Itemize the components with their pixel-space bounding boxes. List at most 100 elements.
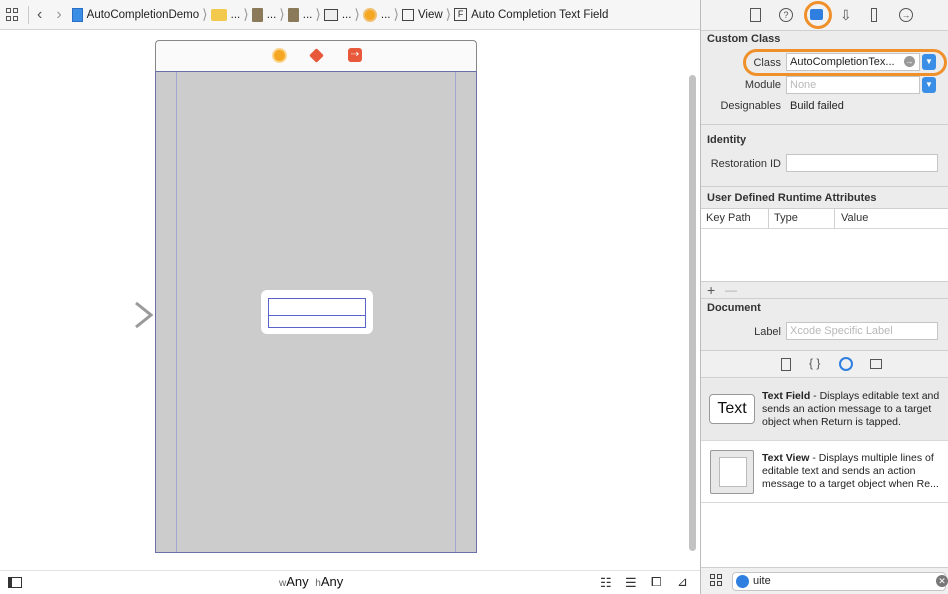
scene-icon — [323, 8, 338, 21]
breadcrumb-storyboard-base[interactable]: ... — [287, 0, 312, 29]
library-tab-bar: { } — [701, 350, 948, 378]
breadcrumb-separator: ⟩ — [445, 6, 452, 22]
library-item-name: Text Field — [762, 390, 811, 402]
restoration-id-field[interactable] — [786, 154, 938, 172]
breadcrumb-storyboard[interactable]: ... — [251, 0, 277, 29]
document-outline-toggle-icon[interactable] — [8, 577, 22, 588]
breadcrumb-separator: ⟩ — [243, 6, 249, 22]
identity-section-title: Identity — [707, 134, 747, 146]
storyboard-base-file-icon — [287, 7, 299, 22]
module-dropdown-button[interactable]: ▼ — [922, 77, 936, 93]
view-controller-icon — [362, 7, 377, 22]
related-items-icon[interactable] — [6, 7, 20, 22]
breadcrumb-text-field-label: Auto Completion Text Field — [471, 8, 609, 21]
breadcrumb-text-field[interactable]: F Auto Completion Text Field — [454, 0, 609, 29]
text-field-f-icon: F — [454, 8, 468, 21]
column-value[interactable]: Value — [841, 212, 868, 224]
runtime-attributes-table[interactable]: Key Path Type Value — [701, 208, 948, 282]
storyboard-canvas[interactable]: ⇢ — [0, 31, 700, 571]
resolve-auto-layout-icon[interactable]: ⊿ — [677, 574, 688, 590]
text-view-thumbnail-icon — [710, 450, 754, 494]
media-library-icon[interactable] — [870, 359, 882, 369]
document-label-field[interactable]: Xcode Specific Label — [786, 322, 938, 340]
library-item-name: Text View — [762, 452, 810, 464]
designables-status: Build failed — [790, 100, 844, 112]
library-item-text-view[interactable]: Text View - Displays multiple lines of e… — [701, 441, 948, 503]
first-responder-icon[interactable] — [309, 48, 324, 63]
table-header: Key Path Type Value — [701, 209, 948, 229]
storyboard-file-icon — [251, 7, 263, 22]
back-arrow-icon[interactable]: ‹ — [37, 6, 42, 24]
breadcrumb-separator: ⟩ — [202, 6, 208, 22]
module-label: Module — [744, 79, 781, 91]
breadcrumb-view-controller-label: ... — [380, 8, 391, 21]
class-highlight-ring — [743, 49, 947, 76]
align-icon[interactable]: ☰ — [625, 575, 637, 591]
breadcrumb-separator: ⟩ — [354, 6, 360, 22]
object-library-list[interactable]: Text Text Field - Displays editable text… — [701, 379, 948, 567]
column-divider — [834, 209, 835, 229]
stack-icon[interactable]: ☷ — [600, 575, 612, 591]
quick-help-icon[interactable]: ? — [779, 8, 793, 22]
jump-bar: ‹ › AutoCompletionDemo ⟩ ... ⟩ ... ⟩ ...… — [0, 0, 700, 30]
breadcrumb-separator: ⟩ — [279, 6, 285, 22]
library-filter-bar: uite ✕ — [701, 567, 948, 594]
column-divider — [768, 209, 769, 229]
breadcrumb-view[interactable]: View — [401, 0, 443, 29]
size-inspector-icon[interactable] — [871, 8, 877, 22]
grid-view-toggle-icon[interactable] — [710, 574, 722, 586]
folder-icon — [210, 8, 227, 21]
library-item-description: Text Field - Displays editable text and … — [762, 390, 945, 429]
section-divider — [701, 298, 948, 299]
clear-filter-icon[interactable]: ✕ — [936, 575, 948, 587]
initial-view-controller-arrow[interactable] — [58, 302, 153, 328]
breadcrumb-separator: ⟩ — [315, 6, 321, 22]
breadcrumb-folder-label: ... — [230, 8, 241, 21]
breadcrumb-scene[interactable]: ... — [323, 0, 352, 29]
exit-icon[interactable]: ⇢ — [348, 48, 362, 62]
canvas-bottom-bar: wAny hAny ☷ ☰ ⧠ ⊿ — [0, 570, 700, 594]
canvas-vertical-scrollbar[interactable] — [689, 75, 696, 551]
text-field-container — [261, 290, 373, 334]
breadcrumb-project[interactable]: AutoCompletionDemo — [71, 0, 200, 29]
size-class-selector[interactable]: wAny hAny — [279, 574, 343, 589]
object-library-icon[interactable] — [839, 357, 853, 371]
code-snippet-library-icon[interactable]: { } — [809, 356, 820, 370]
column-key-path[interactable]: Key Path — [706, 212, 751, 224]
pin-icon[interactable]: ⧠ — [651, 574, 661, 590]
breadcrumb-project-label: AutoCompletionDemo — [86, 8, 200, 21]
breadcrumb-view-controller[interactable]: ... — [362, 0, 391, 29]
section-divider — [701, 124, 948, 125]
auto-completion-text-field[interactable] — [268, 298, 366, 328]
layout-margin-guide-right — [455, 72, 456, 552]
root-view[interactable] — [155, 71, 477, 553]
module-placeholder: None — [790, 79, 817, 91]
text-field-divider — [269, 315, 365, 316]
remove-attribute-button[interactable]: — — [725, 283, 737, 297]
connections-inspector-icon[interactable]: → — [899, 8, 913, 22]
filter-value: uite — [753, 575, 771, 587]
column-type[interactable]: Type — [774, 212, 798, 224]
runtime-attributes-section-title: User Defined Runtime Attributes — [707, 192, 877, 204]
add-attribute-button[interactable]: + — [707, 282, 715, 298]
breadcrumb-storyboard-label: ... — [266, 8, 277, 21]
size-class-w-value: Any — [286, 574, 309, 589]
breadcrumb-separator: ⟩ — [393, 6, 399, 22]
file-template-library-icon[interactable] — [781, 358, 791, 371]
module-combobox[interactable]: None — [786, 76, 920, 94]
layout-margin-guide-left — [176, 72, 177, 552]
file-inspector-icon[interactable] — [750, 8, 761, 22]
library-item-text-field[interactable]: Text Text Field - Displays editable text… — [701, 379, 948, 441]
forward-arrow-icon[interactable]: › — [56, 6, 61, 24]
size-class-h-value: Any — [320, 574, 344, 589]
project-file-icon — [71, 7, 83, 22]
library-filter-input[interactable]: uite ✕ — [732, 572, 948, 591]
attributes-inspector-icon[interactable]: ⇩ — [840, 8, 854, 22]
view-controller-dock-icon[interactable] — [272, 48, 287, 63]
library-item-description: Text View - Displays multiple lines of e… — [762, 452, 945, 491]
breadcrumb-folder[interactable]: ... — [210, 0, 241, 29]
utilities-panel: ? ⇩ → Custom Class Class AutoCompletionT… — [700, 0, 948, 594]
identity-inspector-icon[interactable] — [810, 9, 823, 20]
restoration-id-label: Restoration ID — [710, 158, 781, 170]
breadcrumb-scene-label: ... — [341, 8, 352, 21]
